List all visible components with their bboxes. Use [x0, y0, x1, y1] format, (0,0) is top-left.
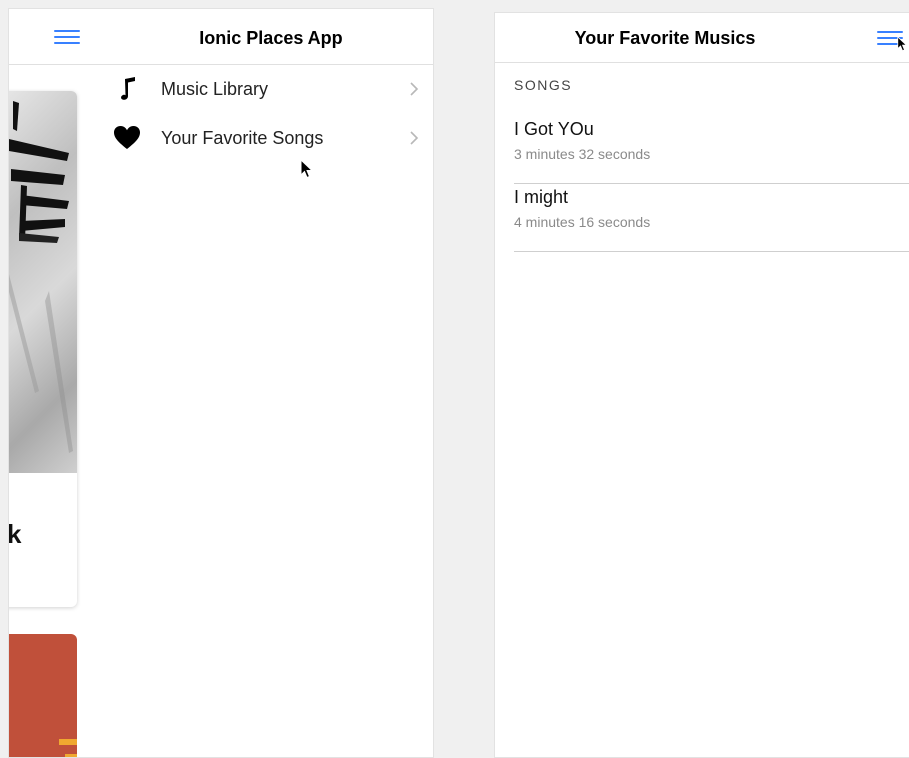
side-menu-list: Music Library Your Favorite Songs: [105, 65, 433, 163]
song-duration: 4 minutes 16 seconds: [514, 214, 651, 230]
card-title-peek: k: [8, 519, 22, 549]
card-decor: [59, 739, 77, 745]
page-title: Your Favorite Musics: [574, 28, 756, 48]
mouse-cursor-icon: [897, 36, 908, 52]
card-decor: [65, 754, 77, 757]
heart-icon: [114, 126, 140, 149]
side-menu-title: Ionic Places App: [199, 28, 343, 48]
left-app-screen: k Ionic Places App Music Library Your Fa…: [8, 8, 434, 758]
song-duration: 3 minutes 32 seconds: [514, 146, 651, 162]
music-note-icon: [121, 77, 135, 100]
menu-item-music-library[interactable]: Music Library: [105, 65, 433, 114]
menu-item-label: Your Favorite Songs: [161, 128, 324, 148]
chevron-right-icon: [410, 82, 419, 96]
list-section-header: SONGS: [514, 77, 573, 93]
hamburger-line: [877, 31, 903, 33]
song-list-item[interactable]: I might 4 minutes 16 seconds: [514, 184, 909, 252]
mouse-cursor-icon: [300, 159, 314, 179]
song-list: I Got YOu 3 minutes 32 seconds I might 4…: [514, 116, 909, 252]
album-cover-image: [9, 91, 77, 473]
song-title: I Got YOu: [514, 119, 594, 139]
menu-item-label: Music Library: [161, 79, 269, 99]
hamburger-line: [54, 42, 80, 44]
side-menu-header: Ionic Places App: [9, 9, 433, 65]
content-card-peek[interactable]: k: [8, 91, 77, 607]
right-app-screen: Your Favorite Musics SONGS I Got YOu 3 m…: [494, 12, 909, 758]
favorites-header: Your Favorite Musics: [495, 13, 909, 63]
menu-toggle-button[interactable]: [54, 26, 82, 48]
chevron-right-icon: [410, 131, 419, 145]
hamburger-line: [54, 30, 80, 32]
song-list-item[interactable]: I Got YOu 3 minutes 32 seconds: [514, 116, 909, 184]
song-title: I might: [514, 187, 569, 207]
content-card-peek-2[interactable]: [9, 634, 77, 757]
hamburger-line: [54, 36, 80, 38]
menu-item-favorite-songs[interactable]: Your Favorite Songs: [105, 114, 433, 163]
